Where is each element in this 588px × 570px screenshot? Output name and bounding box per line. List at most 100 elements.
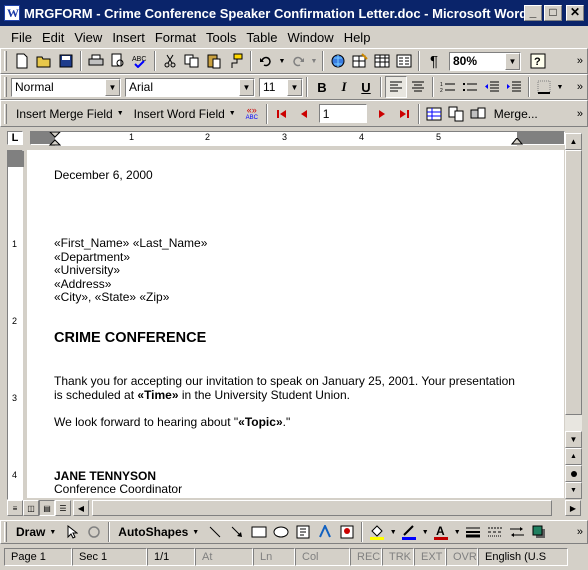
columns-icon[interactable] xyxy=(393,50,415,72)
toolbar-grip[interactable] xyxy=(4,103,7,124)
cut-icon[interactable] xyxy=(159,50,181,72)
toolbar-overflow-icon[interactable]: » xyxy=(577,81,583,93)
bullets-icon[interactable] xyxy=(459,76,481,98)
increase-indent-icon[interactable] xyxy=(503,76,525,98)
word-app-icon[interactable] xyxy=(4,5,20,21)
first-record-icon[interactable] xyxy=(271,103,293,125)
menu-edit[interactable]: Edit xyxy=(37,30,69,45)
vertical-scrollbar[interactable]: ▲ ▼ ▲ ▼ xyxy=(565,133,582,499)
font-size-select[interactable]: 11 ▼ xyxy=(259,77,303,97)
free-rotate-icon[interactable] xyxy=(83,521,105,543)
decrease-indent-icon[interactable] xyxy=(481,76,503,98)
fill-color-icon[interactable] xyxy=(366,521,388,543)
print-icon[interactable] xyxy=(85,50,107,72)
toolbar-grip[interactable] xyxy=(4,51,7,71)
line-icon[interactable] xyxy=(204,521,226,543)
arrow-style-icon[interactable] xyxy=(506,521,528,543)
merge-button[interactable]: Merge... xyxy=(489,104,543,124)
insert-table-icon[interactable] xyxy=(371,50,393,72)
check-for-errors-icon[interactable] xyxy=(445,103,467,125)
close-button[interactable]: ✕ xyxy=(566,5,584,21)
merge-to-new-document-icon[interactable] xyxy=(467,103,489,125)
borders-dropdown-icon[interactable]: ▼ xyxy=(555,76,565,98)
scroll-down-button[interactable]: ▼ xyxy=(565,431,582,448)
borders-icon[interactable] xyxy=(533,76,555,98)
paste-icon[interactable] xyxy=(203,50,225,72)
web-layout-view-icon[interactable]: ◫ xyxy=(23,500,39,516)
select-browse-object-button[interactable] xyxy=(565,465,582,482)
line-color-dropdown-icon[interactable]: ▼ xyxy=(420,521,430,543)
select-objects-icon[interactable] xyxy=(61,521,83,543)
bold-button[interactable]: B xyxy=(311,76,333,98)
oval-icon[interactable] xyxy=(270,521,292,543)
next-record-icon[interactable] xyxy=(371,103,393,125)
font-color-icon[interactable]: A xyxy=(430,521,452,543)
shadow-icon[interactable] xyxy=(528,521,550,543)
open-icon[interactable] xyxy=(33,50,55,72)
draw-menu-button[interactable]: Draw ▼ xyxy=(11,522,61,542)
previous-page-button[interactable]: ▲ xyxy=(565,448,582,465)
zoom-select[interactable]: 80% ▼ xyxy=(449,51,521,71)
scroll-right-button[interactable]: ▶ xyxy=(565,500,581,516)
clip-art-icon[interactable] xyxy=(336,521,358,543)
toolbar-grip[interactable] xyxy=(4,77,7,97)
status-ovr[interactable]: OVR xyxy=(446,548,478,566)
horizontal-ruler[interactable]: 1 2 3 4 5 xyxy=(30,131,565,146)
autoshapes-menu-button[interactable]: AutoShapes ▼ xyxy=(113,522,204,542)
font-select[interactable]: Arial ▼ xyxy=(125,77,255,97)
insert-word-field-button[interactable]: Insert Word Field ▼ xyxy=(129,104,241,124)
tables-borders-icon[interactable] xyxy=(349,50,371,72)
help-icon[interactable]: ? xyxy=(527,50,549,72)
style-select[interactable]: Normal ▼ xyxy=(11,77,121,97)
align-center-icon[interactable] xyxy=(407,76,429,98)
line-style-icon[interactable] xyxy=(462,521,484,543)
normal-view-icon[interactable]: ≡ xyxy=(7,500,23,516)
menu-window[interactable]: Window xyxy=(282,30,338,45)
maximize-button[interactable]: □ xyxy=(544,5,562,21)
scroll-thumb[interactable] xyxy=(565,150,582,415)
save-icon[interactable] xyxy=(55,50,77,72)
mail-merge-helper-icon[interactable] xyxy=(423,103,445,125)
undo-icon[interactable] xyxy=(255,50,277,72)
menu-help[interactable]: Help xyxy=(339,30,376,45)
menu-insert[interactable]: Insert xyxy=(107,30,150,45)
right-indent-marker-icon[interactable] xyxy=(511,138,523,146)
numbering-icon[interactable]: 12 xyxy=(437,76,459,98)
previous-record-icon[interactable] xyxy=(293,103,315,125)
font-color-dropdown-icon[interactable]: ▼ xyxy=(452,521,462,543)
menu-table[interactable]: Table xyxy=(241,30,282,45)
status-rec[interactable]: REC xyxy=(350,548,382,566)
outline-view-icon[interactable]: ☰ xyxy=(55,500,71,516)
view-merged-data-button[interactable]: «» ABC xyxy=(241,103,263,125)
hyperlink-icon[interactable] xyxy=(327,50,349,72)
menu-file[interactable]: File xyxy=(6,30,37,45)
menu-view[interactable]: View xyxy=(69,30,107,45)
print-preview-icon[interactable] xyxy=(107,50,129,72)
copy-icon[interactable] xyxy=(181,50,203,72)
toolbar-overflow-icon[interactable]: » xyxy=(577,108,583,120)
wordart-icon[interactable] xyxy=(314,521,336,543)
arrow-icon[interactable] xyxy=(226,521,248,543)
scroll-up-button[interactable]: ▲ xyxy=(565,133,582,150)
menu-tools[interactable]: Tools xyxy=(201,30,241,45)
line-color-icon[interactable] xyxy=(398,521,420,543)
redo-dropdown-icon[interactable]: ▼ xyxy=(309,50,319,72)
indent-marker-icon[interactable] xyxy=(49,132,61,146)
spelling-icon[interactable]: ABC xyxy=(129,50,151,72)
insert-merge-field-button[interactable]: Insert Merge Field ▼ xyxy=(11,104,129,124)
minimize-button[interactable]: _ xyxy=(524,5,542,21)
menu-format[interactable]: Format xyxy=(150,30,201,45)
record-number-field[interactable]: 1 xyxy=(318,104,367,123)
dash-style-icon[interactable] xyxy=(484,521,506,543)
italic-button[interactable]: I xyxy=(333,76,355,98)
next-page-button[interactable]: ▼ xyxy=(565,482,582,499)
show-hide-icon[interactable]: ¶ xyxy=(423,50,445,72)
status-trk[interactable]: TRK xyxy=(382,548,414,566)
redo-icon[interactable] xyxy=(287,50,309,72)
toolbar-grip[interactable] xyxy=(4,522,7,542)
horizontal-scroll-thumb[interactable] xyxy=(92,500,552,516)
print-layout-view-icon[interactable]: ▤ xyxy=(39,500,55,516)
last-record-icon[interactable] xyxy=(393,103,415,125)
text-box-icon[interactable] xyxy=(292,521,314,543)
align-left-icon[interactable] xyxy=(385,76,407,98)
